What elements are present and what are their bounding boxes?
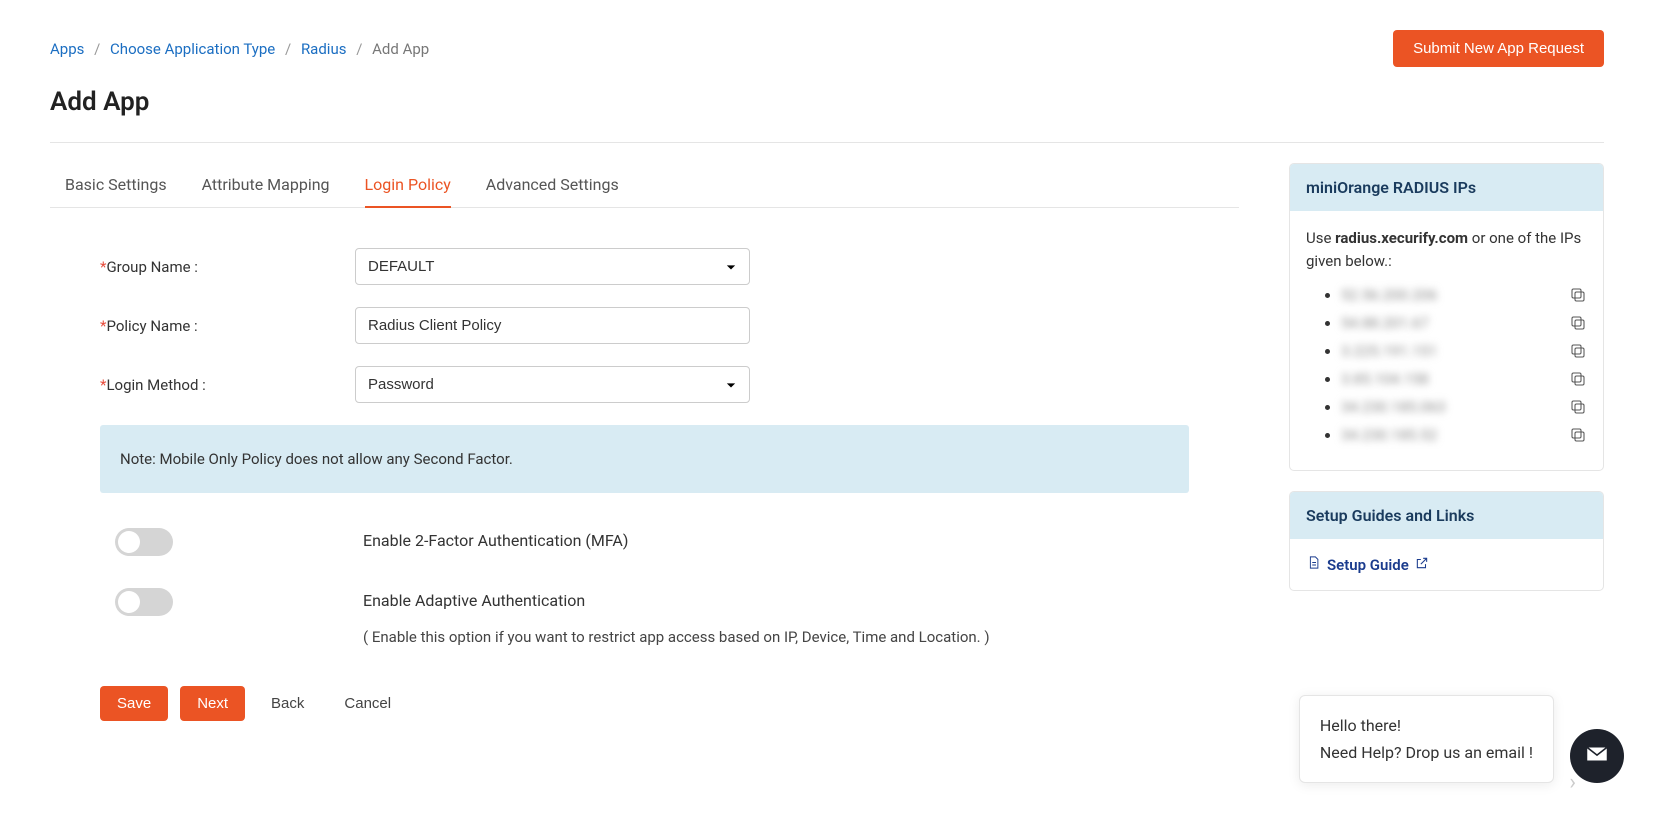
cancel-button[interactable]: Cancel xyxy=(330,686,405,721)
breadcrumb: Apps / Choose Application Type / Radius … xyxy=(50,40,429,58)
ip-item: 34.230.185.52 xyxy=(1341,426,1587,444)
submit-new-app-button[interactable]: Submit New App Request xyxy=(1393,30,1604,67)
group-name-label: *Group Name : xyxy=(100,258,355,276)
mobile-policy-note: Note: Mobile Only Policy does not allow … xyxy=(100,425,1189,493)
document-icon xyxy=(1306,555,1321,574)
radius-ips-header: miniOrange RADIUS IPs xyxy=(1290,164,1603,211)
ip-item: 34.230.185.063 xyxy=(1341,398,1587,416)
chat-line1: Hello there! xyxy=(1320,712,1533,739)
ip-item: 52.56.200.206 xyxy=(1341,286,1587,304)
ip-item: 54.88.201.67 xyxy=(1341,314,1587,332)
setup-guides-panel: Setup Guides and Links Setup Guide xyxy=(1289,491,1604,591)
breadcrumb-apps[interactable]: Apps xyxy=(50,40,84,58)
breadcrumb-current: Add App xyxy=(372,40,429,58)
copy-icon[interactable] xyxy=(1569,426,1587,444)
tab-login-policy[interactable]: Login Policy xyxy=(365,163,451,208)
mfa-toggle[interactable] xyxy=(115,528,173,556)
group-name-select[interactable]: DEFAULT xyxy=(355,248,750,285)
copy-icon[interactable] xyxy=(1569,370,1587,388)
mfa-label: Enable 2-Factor Authentication (MFA) xyxy=(363,528,628,554)
setup-guides-header: Setup Guides and Links xyxy=(1290,492,1603,539)
tab-basic-settings[interactable]: Basic Settings xyxy=(65,163,167,208)
page-title: Add App xyxy=(50,87,1604,117)
chat-line2: Need Help? Drop us an email ! xyxy=(1320,739,1533,766)
tabs: Basic Settings Attribute Mapping Login P… xyxy=(50,163,1239,208)
copy-icon[interactable] xyxy=(1569,398,1587,416)
adaptive-toggle[interactable] xyxy=(115,588,173,616)
chat-fab-button[interactable] xyxy=(1570,729,1624,783)
save-button[interactable]: Save xyxy=(100,686,168,721)
adaptive-sublabel: ( Enable this option if you want to rest… xyxy=(363,628,990,646)
chat-popup[interactable]: Hello there! Need Help? Drop us an email… xyxy=(1299,695,1554,783)
external-link-icon xyxy=(1415,556,1429,574)
ip-item: 3.225.191.151 xyxy=(1341,342,1587,360)
setup-guide-link[interactable]: Setup Guide xyxy=(1306,555,1429,574)
tab-advanced-settings[interactable]: Advanced Settings xyxy=(486,163,619,208)
radius-ips-intro: Use radius.xecurify.com or one of the IP… xyxy=(1306,227,1587,272)
copy-icon[interactable] xyxy=(1569,286,1587,304)
copy-icon[interactable] xyxy=(1569,314,1587,332)
policy-name-input[interactable] xyxy=(355,307,750,344)
tab-attribute-mapping[interactable]: Attribute Mapping xyxy=(202,163,330,208)
back-button[interactable]: Back xyxy=(257,686,318,721)
ip-item: 3.85.104.158 xyxy=(1341,370,1587,388)
adaptive-label: Enable Adaptive Authentication xyxy=(363,588,990,614)
next-button[interactable]: Next xyxy=(180,686,245,721)
login-method-select[interactable]: Password xyxy=(355,366,750,403)
copy-icon[interactable] xyxy=(1569,342,1587,360)
policy-name-label: *Policy Name : xyxy=(100,317,355,335)
breadcrumb-radius[interactable]: Radius xyxy=(301,40,347,58)
radius-ips-panel: miniOrange RADIUS IPs Use radius.xecurif… xyxy=(1289,163,1604,471)
breadcrumb-choose-type[interactable]: Choose Application Type xyxy=(110,40,275,58)
login-method-label: *Login Method : xyxy=(100,376,355,394)
chevron-right-icon: › xyxy=(1569,770,1576,795)
mail-icon xyxy=(1584,741,1610,771)
